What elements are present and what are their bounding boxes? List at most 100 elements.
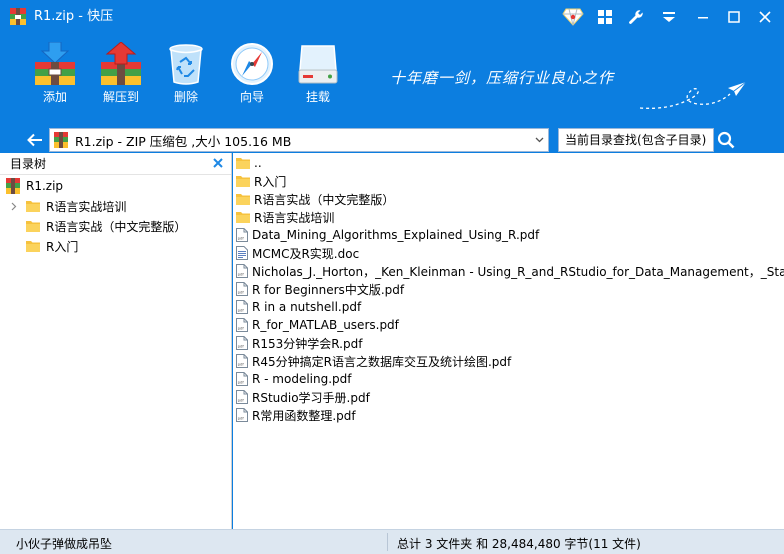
status-bar: 小伙子弹做成吊坠 总计 3 文件夹 和 28,484,480 字节(11 文件) <box>0 529 784 554</box>
slogan: 十年磨一剑，压缩行业良心之作 <box>390 69 615 87</box>
status-summary: 总计 3 文件夹 和 28,484,480 字节(11 文件) <box>397 537 641 551</box>
file-name: MCMC及R实现.doc <box>252 246 360 261</box>
file-row[interactable]: pdf R45分钟搞定R语言之数据库交互及统计绘图.pdf <box>233 352 784 370</box>
folder-icon <box>236 158 250 169</box>
file-row[interactable]: .. <box>233 154 784 172</box>
path-dropdown-button[interactable] <box>530 129 548 151</box>
search-box[interactable] <box>558 128 714 152</box>
file-row[interactable]: pdf R_for_MATLAB_users.pdf <box>233 316 784 334</box>
title-bar[interactable]: R1.zip - 快压 <box>0 0 784 34</box>
tree-root[interactable]: R1.zip <box>0 176 231 196</box>
settings-button[interactable] <box>623 4 649 30</box>
file-row[interactable]: R入门 <box>233 172 784 190</box>
paper-plane-icon <box>639 82 747 109</box>
file-name: R语言实战（中文完整版） <box>254 192 395 207</box>
svg-text:pdf: pdf <box>238 307 245 312</box>
menu-icon <box>663 12 675 22</box>
folder-icon <box>236 176 250 187</box>
folder-icon <box>236 212 250 223</box>
pdf-file-icon: pdf <box>236 372 248 386</box>
extract-to-label: 解压到 <box>102 90 139 104</box>
file-row[interactable]: pdf Data_Mining_Algorithms_Explained_Usin… <box>233 226 784 244</box>
maximize-icon <box>728 11 740 23</box>
folder-icon <box>236 194 250 205</box>
svg-text:pdf: pdf <box>238 289 245 294</box>
tree-root-label: R1.zip <box>26 179 64 193</box>
file-row[interactable]: pdf R153分钟学会R.pdf <box>233 334 784 352</box>
vip-button[interactable] <box>560 4 586 30</box>
maximize-button[interactable] <box>721 4 747 30</box>
extract-to-button[interactable]: 解压到 <box>89 42 153 108</box>
path-text: R1.zip - ZIP 压缩包 ,大小 105.16 MB <box>75 133 292 149</box>
svg-text:pdf: pdf <box>238 379 245 384</box>
delete-button[interactable]: 删除 <box>154 42 218 108</box>
file-row[interactable]: R语言实战培训 <box>233 208 784 226</box>
apps-grid-icon <box>598 10 612 24</box>
file-name: Nicholas_J._Horton，_Ken_Kleinman - Using… <box>252 264 784 279</box>
wrench-icon <box>629 10 643 24</box>
file-list-pane: .. R入门 R语言实战（中文完整版） R语言实战培训 pdf Data_Mining_A… <box>233 153 784 529</box>
svg-text:pdf: pdf <box>238 235 245 240</box>
tree-node[interactable]: R语言实战培训 <box>0 196 231 216</box>
tree-node[interactable]: R入门 <box>0 236 231 256</box>
folder-icon <box>26 241 40 252</box>
tree-node[interactable]: R语言实战（中文完整版） <box>0 216 231 236</box>
file-row[interactable]: pdf RStudio学习手册.pdf <box>233 388 784 406</box>
svg-text:pdf: pdf <box>238 325 245 330</box>
path-bar[interactable]: R1.zip - ZIP 压缩包 ,大小 105.16 MB <box>49 128 549 152</box>
zip-archive-icon <box>54 132 68 148</box>
directory-tree-pane: 目录树 R1.zip R语言实战培训 R语言实战（中文完整版） R入门 <box>0 153 232 529</box>
doc-file-icon <box>236 246 248 260</box>
vip-diamond-icon <box>562 8 584 26</box>
file-name: R45分钟搞定R语言之数据库交互及统计绘图.pdf <box>252 354 512 369</box>
expand-chevron-icon[interactable] <box>8 196 20 216</box>
mount-label: 挂载 <box>305 90 330 104</box>
svg-text:pdf: pdf <box>238 415 245 420</box>
pdf-file-icon: pdf <box>236 300 248 314</box>
svg-text:pdf: pdf <box>238 397 245 402</box>
tree-node-label: R入门 <box>46 239 79 254</box>
wizard-button[interactable]: 向导 <box>220 42 284 108</box>
pdf-file-icon: pdf <box>236 264 248 278</box>
pdf-file-icon: pdf <box>236 354 248 368</box>
tree-node-label: R语言实战培训 <box>46 199 127 214</box>
folder-icon <box>26 221 40 232</box>
compass-icon <box>231 43 273 85</box>
file-name: R语言实战培训 <box>254 210 335 225</box>
apps-button[interactable] <box>592 4 618 30</box>
back-button[interactable] <box>22 128 48 152</box>
add-button[interactable]: 添加 <box>23 42 87 108</box>
file-row[interactable]: pdf R常用函数整理.pdf <box>233 406 784 424</box>
close-button[interactable] <box>752 4 778 30</box>
file-row[interactable]: pdf R for Beginners中文版.pdf <box>233 280 784 298</box>
add-archive-icon <box>35 42 75 85</box>
file-row[interactable]: MCMC及R实现.doc <box>233 244 784 262</box>
search-input[interactable] <box>565 133 713 147</box>
svg-text:pdf: pdf <box>238 271 245 276</box>
delete-label: 删除 <box>173 90 198 104</box>
file-name: .. <box>254 156 262 170</box>
file-row[interactable]: R语言实战（中文完整版） <box>233 190 784 208</box>
minimize-icon <box>698 17 708 19</box>
file-row[interactable]: pdf Nicholas_J._Horton，_Ken_Kleinman - Us… <box>233 262 784 280</box>
pdf-file-icon: pdf <box>236 408 248 422</box>
file-row[interactable]: pdf R - modeling.pdf <box>233 370 784 388</box>
file-name: Data_Mining_Algorithms_Explained_Using_R… <box>252 228 540 242</box>
tree-header: 目录树 <box>0 153 231 175</box>
pdf-file-icon: pdf <box>236 282 248 296</box>
folder-icon <box>26 201 40 212</box>
add-label: 添加 <box>42 90 67 104</box>
minimize-button[interactable] <box>690 4 716 30</box>
zip-archive-icon <box>6 178 20 194</box>
file-row[interactable]: pdf R in a nutshell.pdf <box>233 298 784 316</box>
search-button[interactable] <box>715 128 737 152</box>
pdf-file-icon: pdf <box>236 318 248 332</box>
chevron-down-icon <box>535 137 543 143</box>
file-name: R常用函数整理.pdf <box>252 408 356 423</box>
close-icon <box>213 157 223 168</box>
main-menu-button[interactable] <box>656 4 682 30</box>
trash-icon <box>169 44 203 85</box>
address-row: R1.zip - ZIP 压缩包 ,大小 105.16 MB <box>0 127 784 153</box>
tree-close-button[interactable] <box>213 157 223 171</box>
mount-button[interactable]: 挂载 <box>286 42 350 108</box>
